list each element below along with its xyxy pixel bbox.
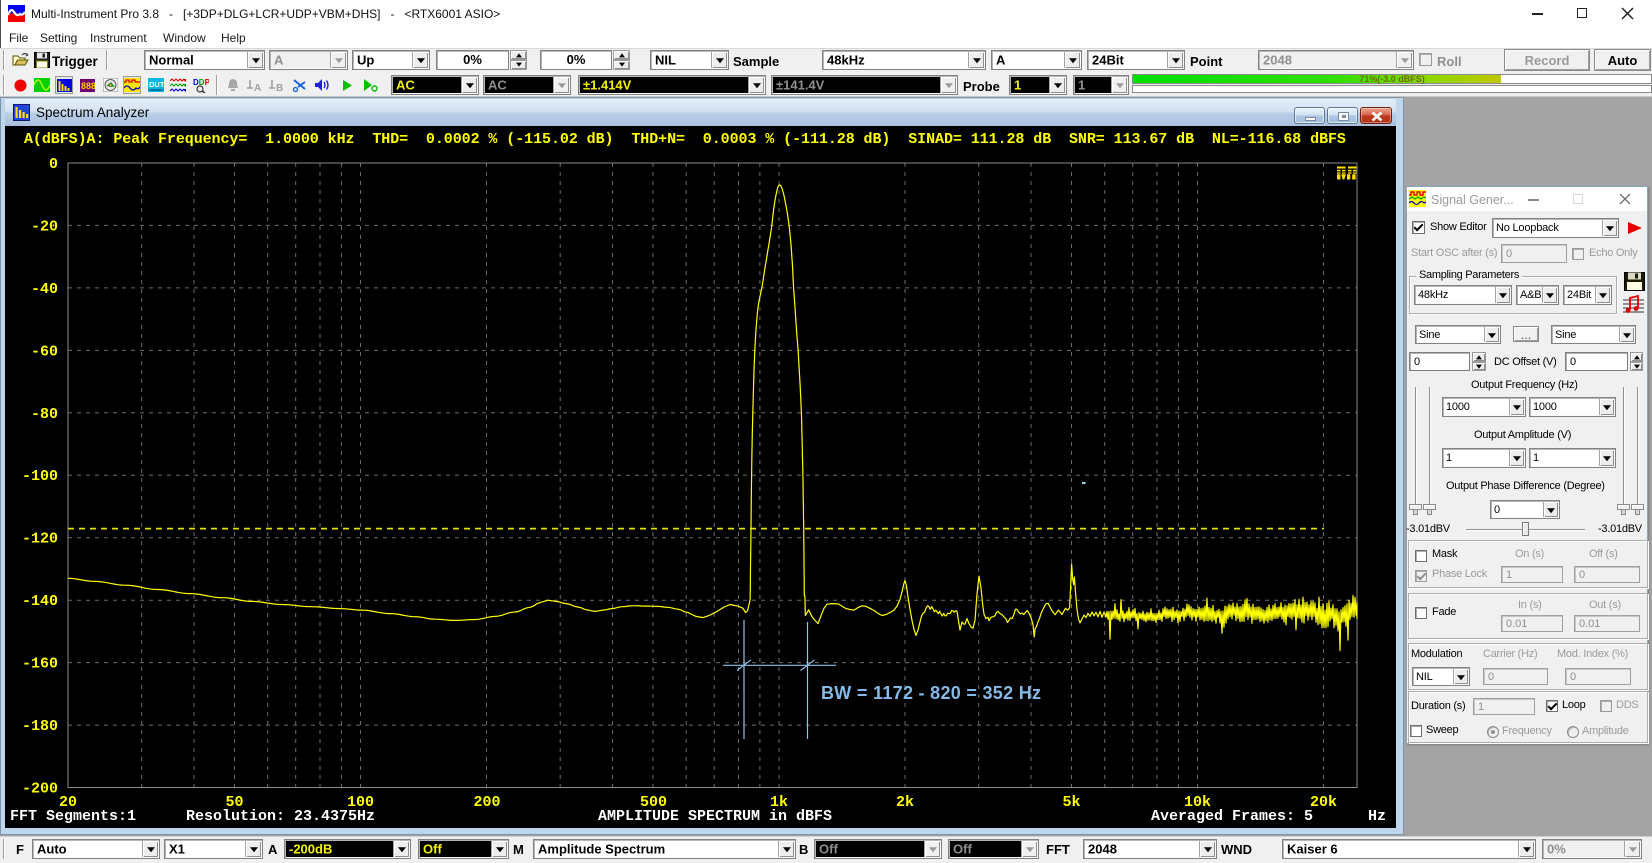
svg-text:FFT Segments:1: FFT Segments:1 — [10, 808, 136, 825]
svg-text:Resolution: 23.4375Hz: Resolution: 23.4375Hz — [186, 808, 375, 825]
svg-text:2k: 2k — [896, 794, 914, 811]
svg-text:-180: -180 — [22, 718, 58, 735]
svg-text:-20: -20 — [31, 218, 58, 235]
svg-text:-40: -40 — [31, 281, 58, 298]
svg-text:5k: 5k — [1062, 794, 1080, 811]
svg-text:-200: -200 — [22, 781, 58, 798]
svg-text:-160: -160 — [22, 656, 58, 673]
svg-text:0: 0 — [49, 156, 58, 173]
svg-text:Hz: Hz — [1368, 808, 1386, 825]
svg-text:Averaged Frames: 5: Averaged Frames: 5 — [1151, 808, 1313, 825]
svg-text:-100: -100 — [22, 468, 58, 485]
svg-text:AMPLITUDE SPECTRUM in dBFS: AMPLITUDE SPECTRUM in dBFS — [598, 808, 832, 825]
svg-text:-80: -80 — [31, 406, 58, 423]
svg-text:20k: 20k — [1310, 794, 1337, 811]
svg-text:-140: -140 — [22, 593, 58, 610]
svg-text:-120: -120 — [22, 531, 58, 548]
svg-text:-60: -60 — [31, 343, 58, 360]
svg-text:200: 200 — [473, 794, 500, 811]
svg-text:BW = 1172 - 820 = 352 Hz: BW = 1172 - 820 = 352 Hz — [821, 683, 1041, 703]
